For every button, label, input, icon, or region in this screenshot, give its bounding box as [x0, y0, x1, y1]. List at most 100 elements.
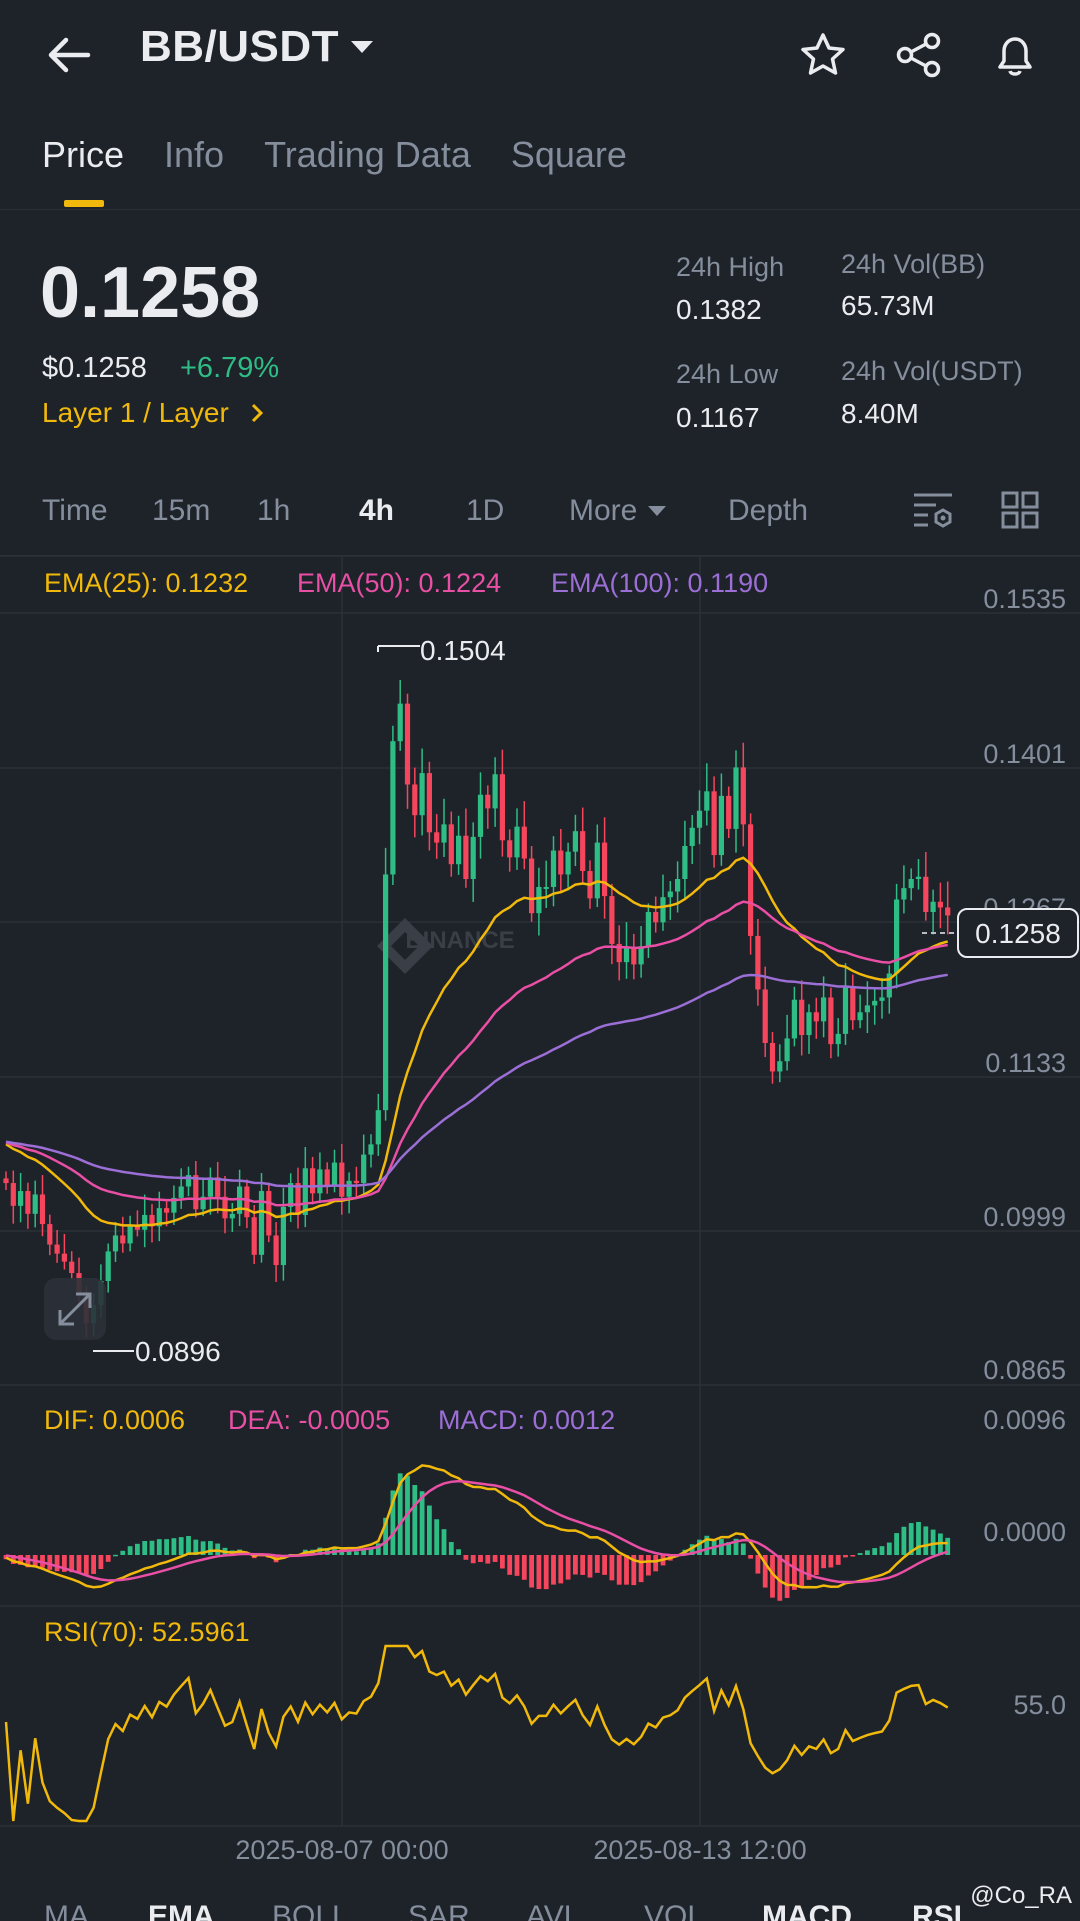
candle-body: [456, 835, 462, 865]
macd-bar: [485, 1555, 491, 1564]
high-value: 0.1382: [676, 294, 762, 325]
candle-body: [448, 824, 454, 865]
indicator-tab-sar[interactable]: SAR: [408, 1900, 470, 1921]
pair-selector[interactable]: BB/USDT: [140, 22, 375, 72]
tab-price[interactable]: Price: [42, 134, 124, 207]
macd-bar: [91, 1555, 96, 1574]
macd-bar: [543, 1555, 549, 1590]
pair-title: BB/USDT: [140, 22, 340, 71]
ema50-legend: EMA(50): 0.1224: [297, 568, 501, 598]
fullscreen-button[interactable]: [44, 1278, 106, 1340]
macd-bar: [529, 1555, 534, 1588]
time-tick: 2025-08-07 00:00: [235, 1835, 448, 1865]
interval-more-label: More: [569, 494, 638, 527]
indicator-tab-ema[interactable]: EMA: [148, 1900, 215, 1921]
interval-time[interactable]: Time: [42, 494, 108, 528]
interval-4h[interactable]: 4h: [359, 494, 394, 528]
macd-bar: [602, 1555, 607, 1575]
macd-bar: [901, 1526, 907, 1555]
macd-bar: [427, 1505, 432, 1555]
candle-body: [894, 899, 900, 974]
candle-body: [39, 1194, 46, 1225]
macd-bar: [514, 1555, 520, 1576]
candle-body: [368, 1144, 374, 1155]
grid-layout-icon[interactable]: [1000, 490, 1040, 530]
candle-body: [54, 1244, 60, 1254]
candle-body: [375, 1110, 381, 1145]
candle-body: [112, 1235, 119, 1252]
candle-body: [558, 850, 564, 875]
tab-trading-data[interactable]: Trading Data: [264, 134, 471, 176]
chevron-right-icon: [251, 403, 263, 423]
price-tick: 0.1133: [985, 1048, 1066, 1078]
macd-bar: [215, 1543, 221, 1555]
macd-bar: [573, 1555, 578, 1575]
vol-quote-value: 8.40M: [841, 398, 919, 429]
macd-bar: [536, 1555, 542, 1590]
indicator-tab-boll[interactable]: BOLL: [272, 1900, 349, 1921]
macd-bar: [507, 1555, 513, 1575]
tab-info[interactable]: Info: [164, 134, 224, 176]
indicator-tab-rsi[interactable]: RSI: [912, 1900, 962, 1921]
indicator-tab-bar: MA EMA BOLL SAR AVL VOL MACD RSI: [0, 1874, 1080, 1921]
interval-15m[interactable]: 15m: [152, 494, 210, 528]
macd-bar: [127, 1546, 133, 1555]
candle-body: [857, 1012, 863, 1021]
macd-bar: [500, 1555, 505, 1569]
candle-body: [726, 795, 732, 829]
candle-body: [142, 1214, 148, 1230]
candle-body: [514, 826, 520, 858]
candle-body: [397, 703, 403, 742]
price-chart[interactable]: BINANCE EMA(25): 0.1232 EMA(50): 0.1224 …: [0, 556, 1080, 1874]
arrow-left-icon: [48, 37, 91, 73]
candle-body: [419, 773, 425, 816]
tab-square[interactable]: Square: [511, 134, 627, 176]
interval-depth[interactable]: Depth: [728, 494, 808, 528]
dea-legend: DEA: -0.0005: [228, 1405, 390, 1435]
high-marker-line: [377, 645, 420, 652]
candle-body: [667, 891, 673, 898]
interval-1d[interactable]: 1D: [466, 494, 504, 528]
share-button[interactable]: [894, 30, 944, 80]
alert-button[interactable]: [990, 30, 1040, 80]
macd-tick: 0.0000: [983, 1517, 1066, 1547]
macd-bar: [843, 1555, 848, 1558]
favorite-button[interactable]: [798, 30, 848, 80]
candle-body: [178, 1186, 184, 1198]
macd-bar: [828, 1555, 834, 1568]
price-tick: 0.0865: [983, 1355, 1066, 1385]
indicator-tab-vol[interactable]: VOL: [644, 1900, 704, 1921]
candle-body: [207, 1177, 213, 1197]
interval-more[interactable]: More: [569, 494, 667, 528]
candle-body: [653, 912, 659, 923]
indicator-tab-avl[interactable]: AVL: [526, 1900, 580, 1921]
low-label: 24h Low: [676, 359, 779, 389]
candle-body: [696, 810, 703, 828]
macd-bar: [120, 1550, 126, 1555]
indicator-tab-ma[interactable]: MA: [44, 1900, 89, 1921]
macd-bar: [448, 1542, 454, 1555]
candle-body: [426, 773, 432, 833]
back-button[interactable]: [44, 30, 94, 80]
candle-body: [872, 1000, 878, 1006]
macd-bar: [609, 1555, 615, 1581]
divider: [0, 209, 1080, 210]
macd-bar: [813, 1555, 819, 1576]
interval-1h[interactable]: 1h: [257, 494, 290, 528]
macd-bar: [616, 1555, 622, 1585]
sector-tag-link[interactable]: Layer 1 / Layer: [42, 397, 265, 429]
candle-body: [828, 997, 834, 1045]
rsi-tick: 55.0: [1013, 1690, 1066, 1720]
macd-bar: [821, 1555, 826, 1569]
candle-body: [602, 842, 608, 897]
candle-body: [390, 741, 396, 875]
ema100-legend: EMA(100): 0.1190: [551, 568, 768, 598]
candle-body: [791, 999, 797, 1039]
macd-bar: [857, 1553, 863, 1555]
candle-body: [10, 1183, 16, 1206]
candle-body: [740, 767, 746, 825]
chart-settings-icon[interactable]: [912, 490, 954, 530]
candle-body: [945, 907, 951, 916]
indicator-tab-macd[interactable]: MACD: [762, 1900, 852, 1921]
candle-body: [434, 832, 440, 843]
